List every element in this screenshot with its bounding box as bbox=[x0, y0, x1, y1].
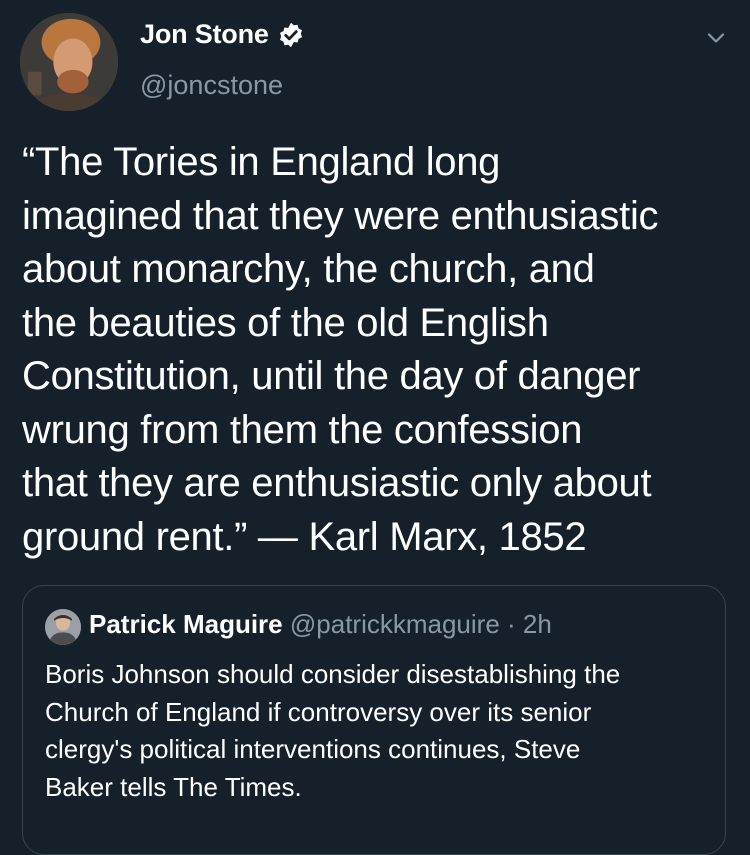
quoted-tweet-text: Boris Johnson should consider disestabli… bbox=[45, 659, 621, 802]
quoted-profile-photo-icon bbox=[45, 609, 81, 645]
author-handle[interactable]: @joncstone bbox=[140, 70, 283, 101]
author-name-text: Jon Stone bbox=[140, 19, 269, 49]
author-display-name[interactable]: Jon Stone bbox=[140, 19, 305, 50]
quoted-header-separator: · bbox=[507, 609, 516, 639]
quoted-tweet-header: Patrick Maguire @patrickkmaguire · 2h bbox=[89, 609, 552, 640]
tweet: Jon Stone @joncstone “The Tories in Engl… bbox=[0, 0, 750, 855]
quoted-author-avatar bbox=[45, 609, 81, 645]
author-avatar[interactable] bbox=[20, 13, 118, 111]
quoted-author-name: Patrick Maguire bbox=[89, 609, 283, 639]
quoted-tweet-time: 2h bbox=[522, 609, 552, 639]
tweet-text: “The Tories in England long imagined tha… bbox=[22, 140, 659, 559]
quoted-author-handle: @patrickkmaguire bbox=[289, 609, 500, 639]
quoted-tweet-card[interactable]: Patrick Maguire @patrickkmaguire · 2h Bo… bbox=[22, 585, 726, 855]
profile-photo-icon bbox=[20, 13, 118, 111]
verified-badge-icon bbox=[279, 22, 302, 47]
chevron-down-icon[interactable] bbox=[704, 26, 728, 50]
